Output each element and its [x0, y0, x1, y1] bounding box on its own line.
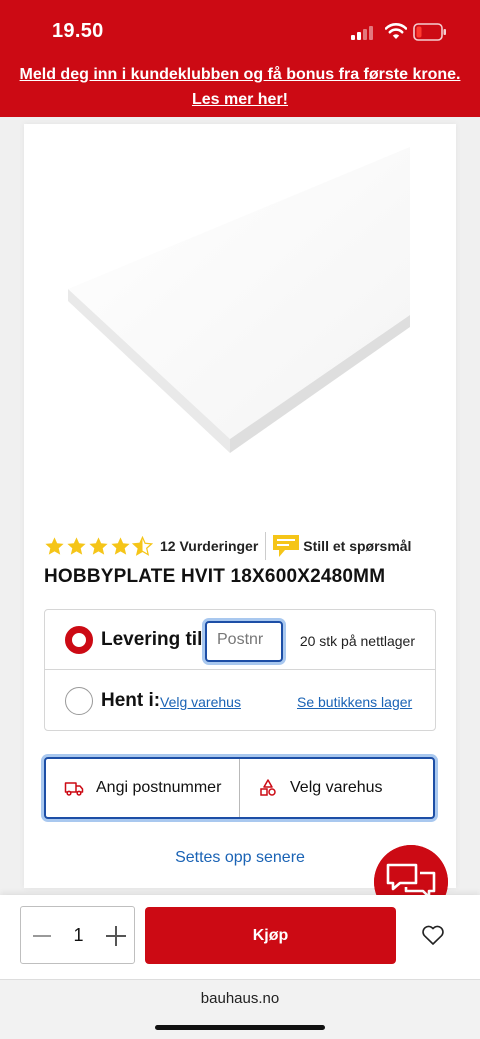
- buy-bar: 1 Kjøp: [0, 895, 480, 979]
- buy-button[interactable]: Kjøp: [145, 907, 396, 964]
- increase-quantity-button[interactable]: [106, 926, 126, 946]
- delivery-radio[interactable]: [65, 626, 93, 654]
- online-stock-text: 20 stk på nettlager: [299, 633, 415, 649]
- status-time: 19.50: [52, 20, 104, 42]
- select-store-button[interactable]: Velg varehus: [239, 759, 433, 817]
- product-title: HOBBYPLATE HVIT 18X600X2480MM: [44, 566, 386, 587]
- browser-url-bar[interactable]: bauhaus.no: [0, 979, 480, 1039]
- banner-read-more-link[interactable]: Les mer her!: [192, 91, 288, 108]
- delivery-label: Levering til:: [101, 629, 209, 650]
- star-icon: [45, 536, 64, 555]
- pickup-label: Hent i:: [101, 690, 161, 711]
- shapes-icon: [260, 779, 276, 796]
- select-store-label: Velg varehus: [290, 779, 383, 796]
- banner-text[interactable]: Meld deg inn i kundeklubben og få bonus …: [20, 66, 461, 83]
- store-stock-link[interactable]: Se butikkens lager: [297, 694, 412, 710]
- loyalty-club-banner[interactable]: Meld deg inn i kundeklubben og få bonus …: [0, 62, 480, 112]
- ask-question-link[interactable]: Still et spørsmål: [303, 538, 411, 554]
- select-store-link[interactable]: Velg varehus: [160, 694, 241, 710]
- star-icon: [89, 536, 108, 555]
- quantity-stepper: 1: [20, 906, 135, 964]
- half-star-icon: [132, 535, 153, 556]
- divider: [265, 532, 267, 560]
- star-icon: [67, 536, 86, 555]
- question-bubble-icon[interactable]: [271, 533, 303, 559]
- url-text[interactable]: bauhaus.no: [0, 990, 480, 1007]
- status-bar: 19.50: [0, 0, 480, 62]
- enter-postcode-label: Angi postnummer: [96, 779, 222, 796]
- home-indicator: [155, 1025, 325, 1030]
- enter-postcode-button[interactable]: Angi postnummer: [46, 759, 239, 817]
- delivery-method-toggle: Angi postnummer Velg varehus: [44, 757, 435, 819]
- pickup-option-row[interactable]: Hent i: Velg varehus Se butikkens lager: [45, 671, 435, 731]
- truck-icon: [64, 782, 84, 796]
- battery-icon: [413, 23, 446, 41]
- delivery-option-row[interactable]: Levering til: Postnr 20 stk på nettlager: [45, 610, 435, 670]
- postnr-input[interactable]: Postnr: [205, 621, 283, 662]
- heart-icon[interactable]: [421, 924, 445, 946]
- delivery-options: Levering til: Postnr 20 stk på nettlager…: [44, 609, 436, 731]
- reviews-count[interactable]: 12 Vurderinger: [160, 538, 258, 554]
- star-icon: [111, 536, 130, 555]
- wifi-icon: [385, 23, 407, 39]
- rating-row: 12 Vurderinger Still et spørsmål: [44, 531, 411, 561]
- pickup-radio[interactable]: [65, 687, 93, 715]
- product-image[interactable]: [44, 135, 424, 455]
- cellular-signal-icon: [351, 24, 377, 40]
- star-rating[interactable]: [44, 535, 153, 557]
